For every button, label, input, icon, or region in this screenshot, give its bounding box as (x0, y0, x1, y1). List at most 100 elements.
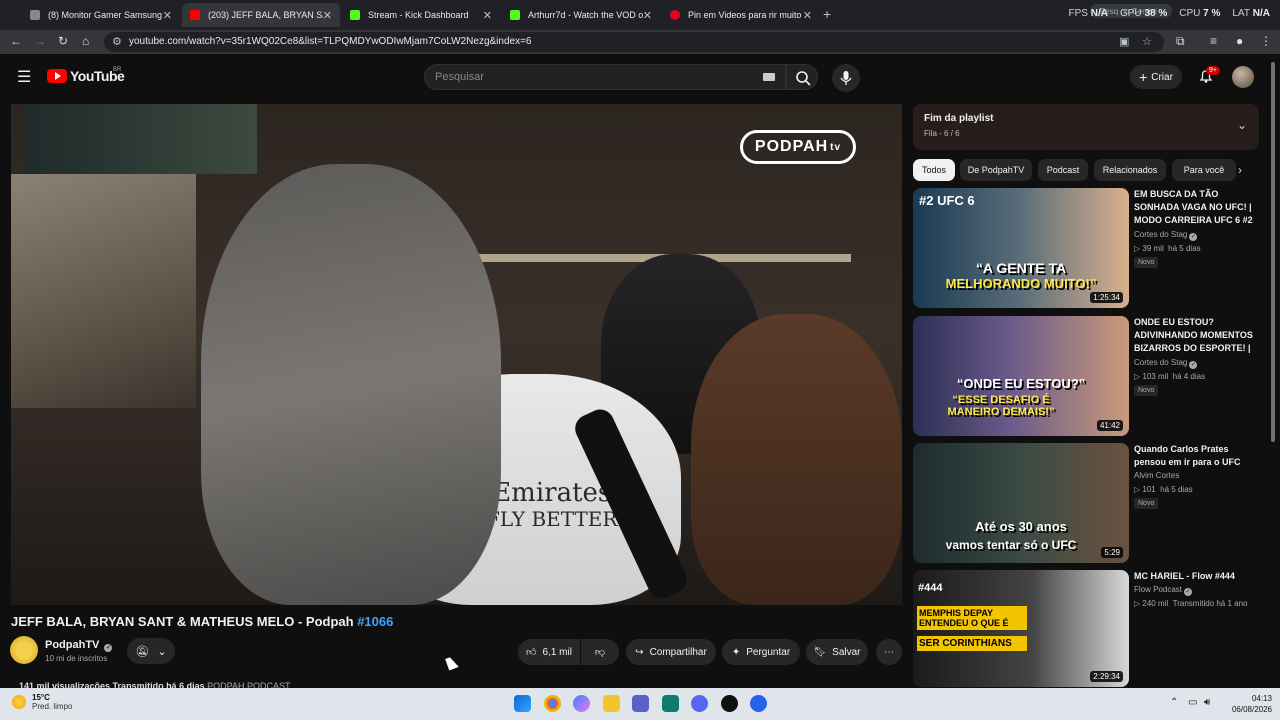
channel-name[interactable]: Flow Podcast ✓ (1134, 585, 1193, 596)
tab-title: (203) JEFF BALA, BRYAN SA (208, 10, 323, 20)
site-info-icon[interactable]: ⚙ (112, 35, 122, 48)
video-title[interactable]: MC HARIEL - Flow #444 (1134, 570, 1260, 583)
new-tab-button[interactable]: + (823, 6, 831, 22)
browser-tab-3[interactable]: Stream - Kick Dashboard ✕ (342, 3, 500, 27)
bookmark-star-icon[interactable]: ☆ (1142, 35, 1152, 48)
more-actions-button[interactable]: ⋯ (876, 639, 902, 665)
video-duration: 5:29 (1101, 547, 1123, 558)
discord-icon[interactable] (691, 695, 708, 712)
new-badge: Novo (1134, 498, 1159, 509)
back-icon[interactable]: ← (10, 34, 22, 48)
channel-name[interactable]: Alvim Cortes (1134, 471, 1179, 480)
browser-tab-1[interactable]: (8) Monitor Gamer Samsung O ✕ (22, 3, 180, 27)
url-text[interactable]: youtube.com/watch?v=35r1WQ02Ce8&list=TLP… (129, 36, 531, 47)
subscription-notifications-button[interactable]: 🔕︎ ⌄ (127, 638, 175, 664)
view-count: 240 mil (1142, 599, 1169, 608)
thumbnail-corner-text: #444 (918, 582, 943, 594)
obs-icon[interactable] (721, 695, 738, 712)
teams-icon[interactable] (632, 695, 649, 712)
forward-icon[interactable]: → (34, 34, 46, 48)
chevron-up-icon[interactable]: ⌃ (1170, 697, 1178, 708)
ask-button[interactable]: ✦ Perguntar (722, 639, 800, 665)
tab-close-icon[interactable]: ✕ (323, 9, 332, 22)
like-count: 6,1 mil (542, 646, 572, 658)
ea-app-icon[interactable] (750, 695, 767, 712)
stream-overlay-webcam (11, 174, 196, 408)
video-title[interactable]: EM BUSCA DA TÃO SONHADA VAGA NO UFC! | M… (1134, 188, 1260, 227)
search-input[interactable]: Pesquisar (424, 64, 786, 90)
channel-name[interactable]: Cortes do Stag ✓ (1134, 358, 1198, 369)
reload-icon[interactable]: ↻ (58, 34, 68, 48)
playlist-panel[interactable]: Fim da playlist Fila - 6 / 6 ⌄ (913, 104, 1259, 150)
youtube-play-icon (47, 69, 67, 83)
recommended-video-4[interactable]: #444 MEMPHIS DEPAY ENTENDEU O QUE É SER … (913, 570, 1263, 687)
video-title[interactable]: ONDE EU ESTOU? ADIVINHANDO MOMENTOS BIZA… (1134, 316, 1260, 355)
tab-close-icon[interactable]: ✕ (483, 9, 492, 22)
search-button[interactable] (786, 64, 818, 90)
chip-todos[interactable]: Todos (913, 159, 955, 181)
video-thumbnail[interactable]: #444 MEMPHIS DEPAY ENTENDEU O QUE É SER … (913, 570, 1129, 687)
network-icon[interactable]: ▭ (1188, 697, 1197, 708)
copilot-icon[interactable] (573, 695, 590, 712)
media-icon[interactable]: ≡ (1210, 34, 1217, 48)
browser-tab-4[interactable]: Arthurr7d - Watch the VOD on ✕ (502, 3, 660, 27)
video-thumbnail[interactable]: “ONDE EU ESTOU?” “ESSE DESAFIO É MANEIRO… (913, 316, 1129, 436)
chevron-right-icon[interactable]: › (1238, 163, 1242, 177)
verified-badge-icon: ✓ (1189, 233, 1198, 241)
weather-widget[interactable]: 15°C Pred. limpo (12, 693, 72, 711)
stream-overlay-top (25, 104, 257, 174)
account-avatar[interactable] (1232, 66, 1254, 88)
video-player[interactable]: Emirates FLY BETTER PODPAH tv (11, 104, 902, 605)
home-icon[interactable]: ⌂ (82, 34, 89, 48)
keyboard-icon[interactable] (763, 73, 775, 81)
windows-start-icon[interactable] (514, 695, 531, 712)
new-badge: Novo (1134, 257, 1159, 268)
channel-name[interactable]: PodpahTV ✓ (45, 639, 113, 652)
recommended-video-3[interactable]: Até os 30 anos vamos tentar só o UFC 5:2… (913, 443, 1263, 563)
extensions-icon[interactable]: ⧉ (1176, 34, 1185, 49)
chevron-down-icon[interactable]: ⌄ (1237, 118, 1247, 132)
recommended-video-1[interactable]: #2 UFC 6 “A GENTE TA MELHORANDO MUITO!” … (913, 188, 1263, 308)
chip-de-podpahtv[interactable]: De PodpahTV (960, 159, 1032, 181)
tab-close-icon[interactable]: ✕ (803, 9, 812, 22)
podpah-watermark-logo: PODPAH tv (740, 130, 856, 164)
channel-name[interactable]: Cortes do Stag ✓ (1134, 230, 1198, 241)
chip-relacionados[interactable]: Relacionados (1094, 159, 1166, 181)
hamburger-menu-icon[interactable]: ☰ (17, 67, 31, 87)
address-bar[interactable]: ⚙ youtube.com/watch?v=35r1WQ02Ce8&list=T… (104, 32, 1164, 52)
browser-tab-2[interactable]: (203) JEFF BALA, BRYAN SA ✕ (182, 3, 340, 27)
chip-para-voce[interactable]: Para você (1172, 159, 1236, 181)
file-explorer-icon[interactable] (603, 695, 620, 712)
voice-search-button[interactable] (832, 64, 860, 92)
cpu-label: CPU (1179, 8, 1201, 19)
system-clock[interactable]: 04:13 06/08/2026 (1222, 693, 1272, 715)
chrome-icon[interactable] (544, 695, 561, 712)
cast-icon[interactable]: ▣ (1119, 35, 1129, 48)
bookmark-icon: 🔖︎ (813, 646, 827, 658)
tab-close-icon[interactable]: ✕ (643, 9, 652, 22)
profile-icon[interactable]: ● (1236, 34, 1243, 48)
channel-avatar[interactable] (10, 636, 38, 664)
video-thumbnail[interactable]: Até os 30 anos vamos tentar só o UFC 5:2… (913, 443, 1129, 563)
video-title[interactable]: Quando Carlos Prates pensou em ir para o… (1134, 443, 1260, 469)
chip-podcast[interactable]: Podcast (1038, 159, 1088, 181)
like-button[interactable]: 👍︎ 6,1 mil (518, 639, 580, 665)
video-thumbnail[interactable]: #2 UFC 6 “A GENTE TA MELHORANDO MUITO!” … (913, 188, 1129, 308)
mouse-cursor-icon (445, 655, 459, 671)
store-icon[interactable] (662, 695, 679, 712)
filter-chip-bar: Todos De PodpahTV Podcast Relacionados P… (913, 159, 1259, 181)
thumbnail-corner-text: #2 UFC 6 (919, 193, 975, 208)
video-title-hashtag[interactable]: #1066 (357, 614, 393, 629)
browser-tab-5[interactable]: Pin em Videos para rir muito ✕ (662, 3, 820, 27)
tab-close-icon[interactable]: ✕ (163, 9, 172, 22)
share-button[interactable]: ↪ Compartilhar (626, 639, 716, 665)
browser-menu-icon[interactable]: ⋮ (1260, 34, 1272, 48)
volume-icon[interactable]: 🔊︎ (1204, 697, 1210, 708)
create-button[interactable]: + Criar (1130, 65, 1182, 89)
thumbnail-caption-2: “ESSE DESAFIO É MANEIRO DEMAIS!” (947, 394, 1055, 418)
save-button[interactable]: 🔖︎ Salvar (806, 639, 868, 665)
dislike-button[interactable]: 👎︎ (581, 639, 619, 665)
recommended-video-2[interactable]: “ONDE EU ESTOU?” “ESSE DESAFIO É MANEIRO… (913, 316, 1263, 436)
page-scrollbar[interactable] (1271, 62, 1275, 442)
video-person-left (201, 164, 501, 605)
